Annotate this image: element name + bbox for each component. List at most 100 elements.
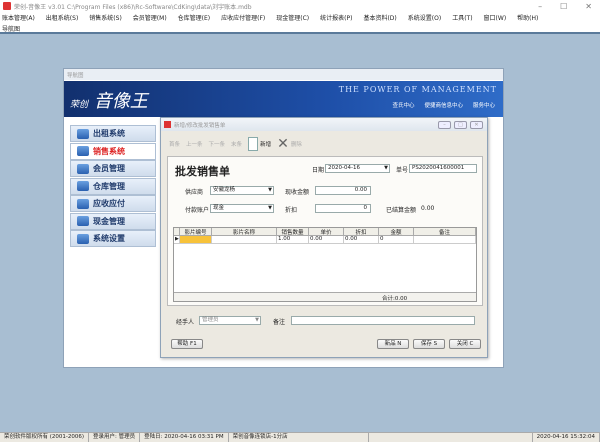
form-heading: 批发销售单 — [175, 165, 230, 178]
sidebar-item-label: 会员管理 — [93, 163, 125, 173]
cell[interactable] — [414, 236, 476, 244]
handler-label: 经手人 — [176, 319, 195, 326]
menu-item[interactable]: 帮助(H) — [517, 13, 538, 22]
status-clock: 2020-04-16 15:32:04 — [531, 433, 600, 442]
minimize-button[interactable]: – — [438, 120, 451, 129]
menu-item-navigation[interactable]: 导航图 — [2, 24, 20, 33]
menu-item[interactable]: 统计报表(P) — [320, 13, 352, 22]
maximize-button[interactable]: ☐ — [560, 2, 567, 11]
menu-item[interactable]: 会员管理(M) — [133, 13, 167, 22]
remark-label: 备注 — [273, 319, 286, 326]
column-header[interactable]: 销售数量 — [277, 228, 309, 236]
sales-icon — [77, 146, 89, 156]
remark-field[interactable] — [291, 316, 475, 325]
next-button[interactable]: 下一条 — [209, 140, 226, 148]
sidebar-item-cash[interactable]: 现金管理 — [70, 212, 156, 230]
menu-bar: 账本管理(A) 出租系统(S) 销售系统(S) 会员管理(M) 仓库管理(E) 应收应付管… — [0, 12, 600, 34]
members-icon — [77, 163, 89, 174]
column-header[interactable]: 影片编号 — [180, 228, 212, 236]
chevron-down-icon: ▼ — [268, 205, 272, 211]
menu-item[interactable]: 账本管理(A) — [2, 13, 35, 22]
sidebar-item-label: 销售系统 — [93, 145, 125, 156]
column-header[interactable]: 金额 — [379, 228, 414, 236]
table-row[interactable]: ▶ 1.00 0.00 0.00 0 — [174, 236, 476, 244]
account-value: 现金 — [213, 205, 225, 211]
prev-button[interactable]: 上一条 — [186, 140, 203, 148]
new-label: 新增 — [260, 141, 272, 148]
help-button[interactable]: 帮助 F1 — [171, 339, 203, 349]
sidebar-item-settings[interactable]: 系统设置 — [70, 230, 156, 247]
status-copyright: 荣创软件版权所有 (2001-2006) — [0, 433, 90, 442]
menu-item[interactable]: 应收应付管理(F) — [221, 13, 265, 22]
column-header[interactable]: 单价 — [309, 228, 344, 236]
minimize-button[interactable]: – — [538, 2, 542, 11]
delete-icon: ✕ — [277, 135, 289, 152]
sidebar-item-members[interactable]: 会员管理 — [70, 160, 156, 177]
number-field[interactable]: PS2020041600001 — [409, 164, 477, 173]
maximize-button[interactable]: □ — [454, 120, 467, 129]
new-button[interactable]: 新增 — [248, 136, 272, 151]
save-button[interactable]: 保存 S — [413, 339, 445, 349]
slogan: THE POWER OF MANAGEMENT — [338, 85, 497, 94]
column-header[interactable]: 影片名称 — [212, 228, 277, 236]
settled-label: 已结算金额 — [386, 207, 417, 214]
close-button[interactable]: ✕ — [470, 120, 483, 129]
brand-small: 荣创 — [70, 100, 89, 110]
account-select[interactable]: 现金 ▼ — [210, 204, 274, 213]
sidebar-item-receivables[interactable]: 应收应付 — [70, 195, 156, 212]
supplier-value: 安徽龙杨 — [213, 187, 236, 193]
menu-item[interactable]: 出租系统(S) — [46, 13, 79, 22]
last-button[interactable]: 末条 — [231, 140, 242, 148]
sidebar-item-rental[interactable]: 出租系统 — [70, 125, 156, 142]
menu-item[interactable]: 销售系统(S) — [89, 13, 122, 22]
discount-label: 折扣 — [285, 207, 298, 214]
banner-link[interactable]: 查氏中心 — [392, 101, 414, 109]
menu-item[interactable]: 窗口(W) — [484, 13, 507, 22]
sidebar-item-label: 出租系统 — [93, 128, 125, 138]
date-picker[interactable]: 2020-04-16 ▼ — [325, 164, 390, 173]
date-label: 日期 — [312, 167, 325, 174]
status-login: 登陆日: 2020-04-16 03:31 PM — [140, 433, 229, 442]
app-logo-icon — [3, 2, 11, 10]
delete-label: 删除 — [290, 141, 302, 148]
banner-link[interactable]: 便捷商信息中心 — [424, 101, 463, 109]
column-header[interactable]: 备注 — [414, 228, 476, 236]
menu-item[interactable]: 仓库管理(E) — [178, 13, 210, 22]
cell[interactable]: 0.00 — [344, 236, 379, 244]
status-store: 荣创音像连锁店-1分店 — [229, 433, 369, 442]
title-bar: 荣创-音像王 v3.01 C:\Program Files (x86)\Rc-S… — [0, 0, 600, 12]
sidebar-item-warehouse[interactable]: 仓库管理 — [70, 177, 156, 195]
paid-field[interactable]: 0.00 — [315, 186, 371, 195]
cell[interactable]: 1.00 — [277, 236, 309, 244]
handler-value: 管理员 — [202, 317, 219, 323]
total-value: 合计:0.00 — [382, 296, 408, 302]
menu-item[interactable]: 工具(T) — [452, 13, 472, 22]
paid-label: 现收金额 — [285, 189, 310, 196]
window-title: 荣创-音像王 v3.01 C:\Program Files (x86)\Rc-S… — [14, 3, 252, 11]
cell[interactable]: 0 — [379, 236, 414, 244]
delete-button[interactable]: ✕ 删除 — [277, 136, 302, 152]
form-area: 批发销售单 日期 2020-04-16 ▼ 单号 PS2020041600001 … — [167, 156, 483, 306]
cell[interactable] — [180, 236, 212, 244]
first-button[interactable]: 首条 — [169, 140, 180, 148]
sidebar-item-label: 现金管理 — [93, 215, 125, 226]
menu-item[interactable]: 基本资料(D) — [363, 13, 396, 22]
discount-field[interactable]: 0 — [315, 204, 371, 213]
close-button[interactable]: ✕ — [585, 2, 592, 11]
status-user: 登录用户: 管理员 — [89, 433, 141, 442]
menu-item[interactable]: 现金管理(C) — [276, 13, 309, 22]
close-dialog-button[interactable]: 关闭 C — [449, 339, 481, 349]
supplier-select[interactable]: 安徽龙杨 ▼ — [210, 186, 274, 195]
cash-icon — [77, 216, 89, 226]
sidebar-item-label: 系统设置 — [93, 233, 125, 243]
cell[interactable]: 0.00 — [309, 236, 344, 244]
new-item-button[interactable]: 新品 N — [377, 339, 409, 349]
banner-link[interactable]: 服务中心 — [473, 101, 495, 109]
handler-select[interactable]: 管理员 ▼ — [199, 316, 261, 325]
warehouse-icon — [77, 181, 89, 191]
sidebar-item-sales[interactable]: 销售系统 — [70, 142, 156, 160]
column-header[interactable]: 折扣 — [344, 228, 379, 236]
menu-item[interactable]: 系统设置(O) — [408, 13, 441, 22]
cell[interactable] — [212, 236, 277, 244]
date-value: 2020-04-16 — [328, 165, 360, 171]
